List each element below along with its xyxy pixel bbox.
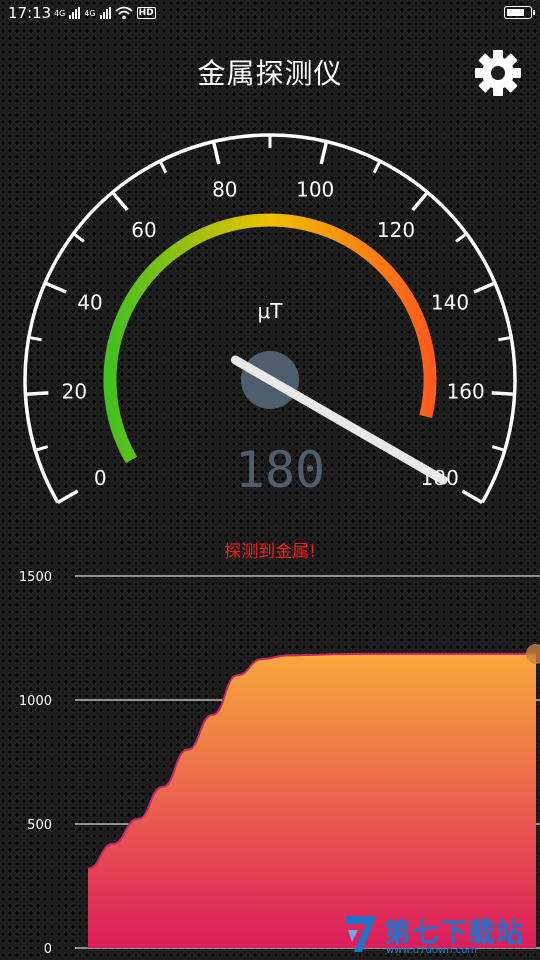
hd-icon: HD	[136, 7, 156, 19]
app-title: 金属探测仪	[197, 57, 343, 90]
gauge-color-arc	[103, 213, 437, 464]
gauge-tick-label: 0	[94, 466, 107, 490]
gauge-minor-tick	[455, 232, 468, 243]
gauge-minor-tick	[158, 160, 168, 174]
gauge-tick-label: 40	[77, 290, 102, 314]
gauge-tick-label: 80	[212, 177, 237, 201]
chart-y-tick-labels: 0 500 1000 1500	[19, 570, 52, 957]
gauge-tick-label: 20	[62, 379, 87, 403]
gauge-major-tick	[491, 391, 515, 396]
gauge-tick-label: 120	[377, 218, 415, 242]
signal-icon	[99, 7, 111, 19]
signal-icon	[69, 7, 81, 19]
gauge-tick-label: 100	[296, 177, 334, 201]
gauge-minor-tick	[372, 160, 382, 174]
detection-status: 探测到金属!	[224, 542, 316, 562]
gauge-major-tick	[111, 191, 129, 212]
gauge-minor-tick	[72, 232, 85, 243]
status-icons: 4G 4G HD	[54, 6, 156, 20]
gauge-minor-tick	[34, 445, 49, 452]
gauge-digital-readout: 180	[235, 441, 325, 499]
chart-y-tick-label: 1500	[19, 570, 52, 585]
gauge-tick-label: 140	[431, 290, 469, 314]
battery-icon	[504, 6, 535, 19]
status-bar: 17:13 4G 4G HD	[0, 0, 540, 28]
settings-gear-icon[interactable]	[473, 48, 523, 98]
gauge-major-tick	[411, 191, 429, 212]
gauge-tick-label: 60	[131, 218, 156, 242]
gauge-major-tick	[473, 281, 496, 294]
signal-type-2: 4G	[84, 8, 96, 18]
gauge-minor-tick	[28, 335, 42, 342]
wifi-icon	[115, 6, 133, 20]
magnetic-field-gauge: 020406080100120140160180 μT 180	[23, 133, 517, 505]
gauge-major-tick	[56, 489, 79, 505]
gauge-unit-label: μT	[258, 299, 284, 323]
field-history-chart: 0 500 1000 1500	[19, 570, 540, 957]
signal-type-1: 4G	[54, 8, 66, 18]
watermark-url: www.d7down.com	[386, 945, 478, 956]
gauge-major-tick	[44, 281, 67, 294]
chart-area	[88, 653, 536, 948]
gauge-minor-tick	[498, 335, 512, 342]
gauge-tick-label: 160	[447, 379, 485, 403]
gauge-major-tick	[211, 141, 221, 165]
status-time: 17:13	[8, 4, 52, 22]
gauge-major-tick	[25, 391, 49, 396]
gauge-major-tick	[319, 141, 329, 165]
chart-y-tick-label: 0	[44, 942, 52, 957]
chart-y-tick-label: 500	[27, 818, 52, 833]
gauge-major-tick	[461, 489, 484, 505]
watermark-logo: 第七下载站 www.d7down.com	[342, 912, 538, 958]
watermark-icon	[346, 916, 376, 952]
chart-y-tick-label: 1000	[19, 694, 52, 709]
gauge-minor-tick	[491, 445, 506, 452]
